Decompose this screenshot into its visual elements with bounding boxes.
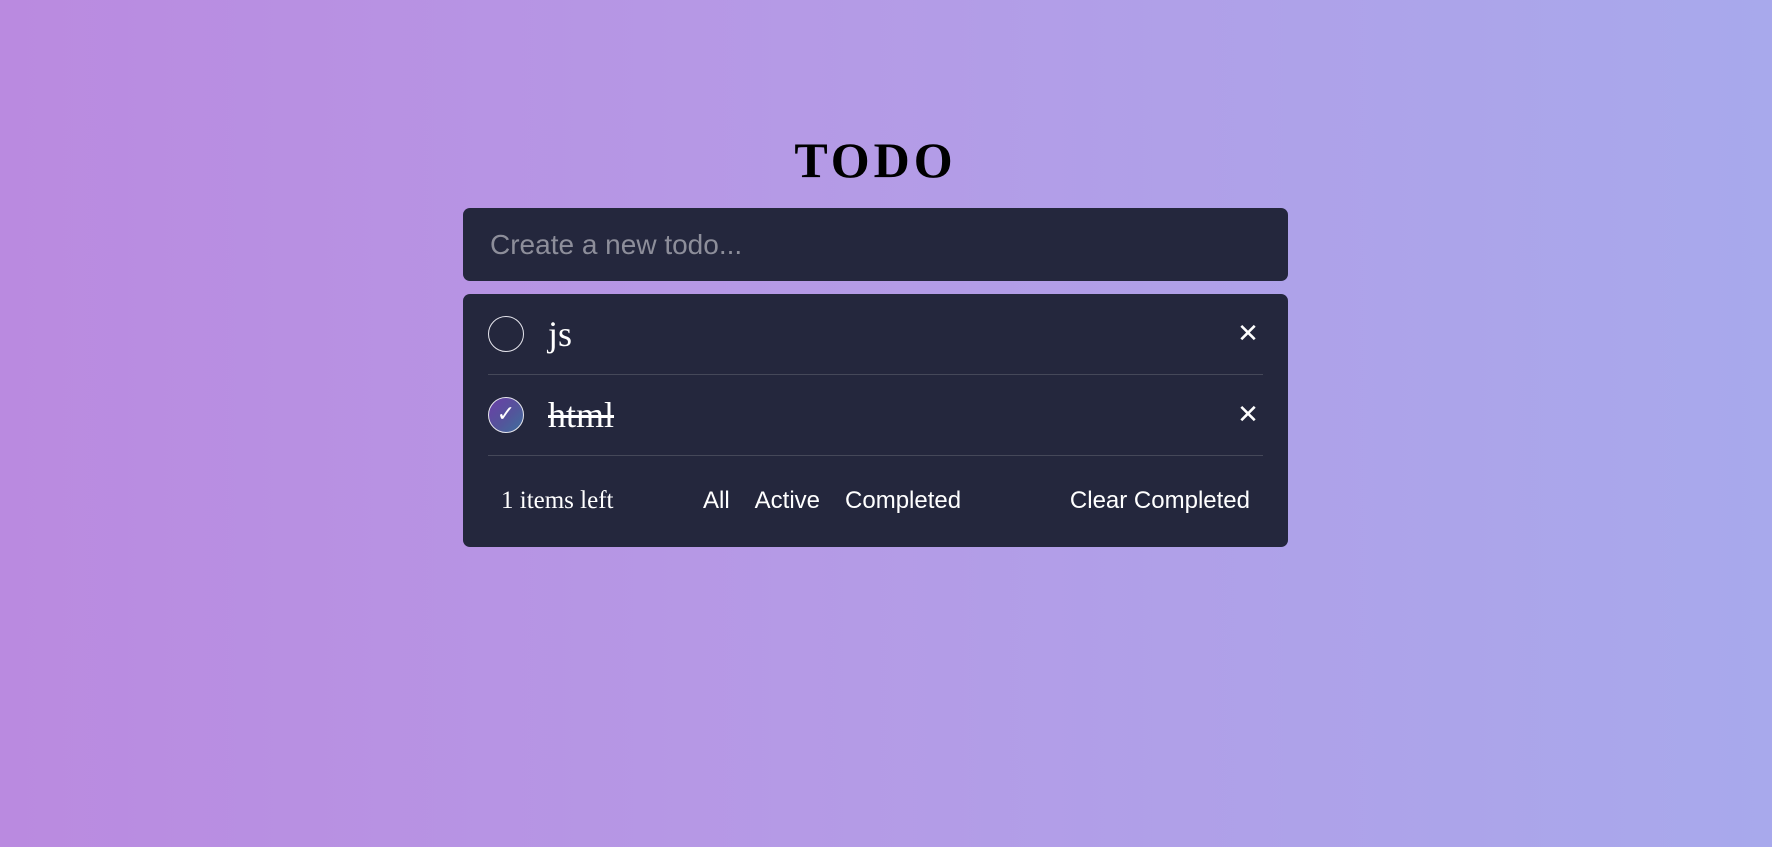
new-todo-input[interactable] <box>488 227 1263 262</box>
todo-text: html <box>548 395 615 435</box>
close-icon[interactable]: ✕ <box>1233 402 1263 428</box>
app-title: TODO <box>794 132 957 188</box>
clear-completed-button[interactable]: Clear Completed <box>1070 487 1250 515</box>
close-icon[interactable]: ✕ <box>1233 321 1263 347</box>
todo-list: js ✕ ✓ html ✕ 1 items left All Active Co… <box>463 294 1288 547</box>
todo-checkbox-checked[interactable]: ✓ <box>488 397 524 433</box>
filter-completed-button[interactable]: Completed <box>845 487 961 515</box>
todo-item: js ✕ <box>488 294 1263 375</box>
filter-all-button[interactable]: All <box>703 487 730 515</box>
checkmark-icon: ✓ <box>496 402 516 427</box>
todo-checkbox[interactable] <box>488 316 524 352</box>
todo-item: ✓ html ✕ <box>488 375 1263 456</box>
todo-app: TODO js ✕ ✓ html ✕ 1 items left All Acti… <box>463 128 1288 547</box>
filter-group: All Active Completed <box>703 487 961 515</box>
items-left-count: 1 items left <box>501 486 614 514</box>
todo-footer: 1 items left All Active Completed Clear … <box>488 456 1263 545</box>
todo-text: js <box>548 314 573 354</box>
new-todo-box <box>463 208 1288 281</box>
filter-active-button[interactable]: Active <box>755 487 820 515</box>
